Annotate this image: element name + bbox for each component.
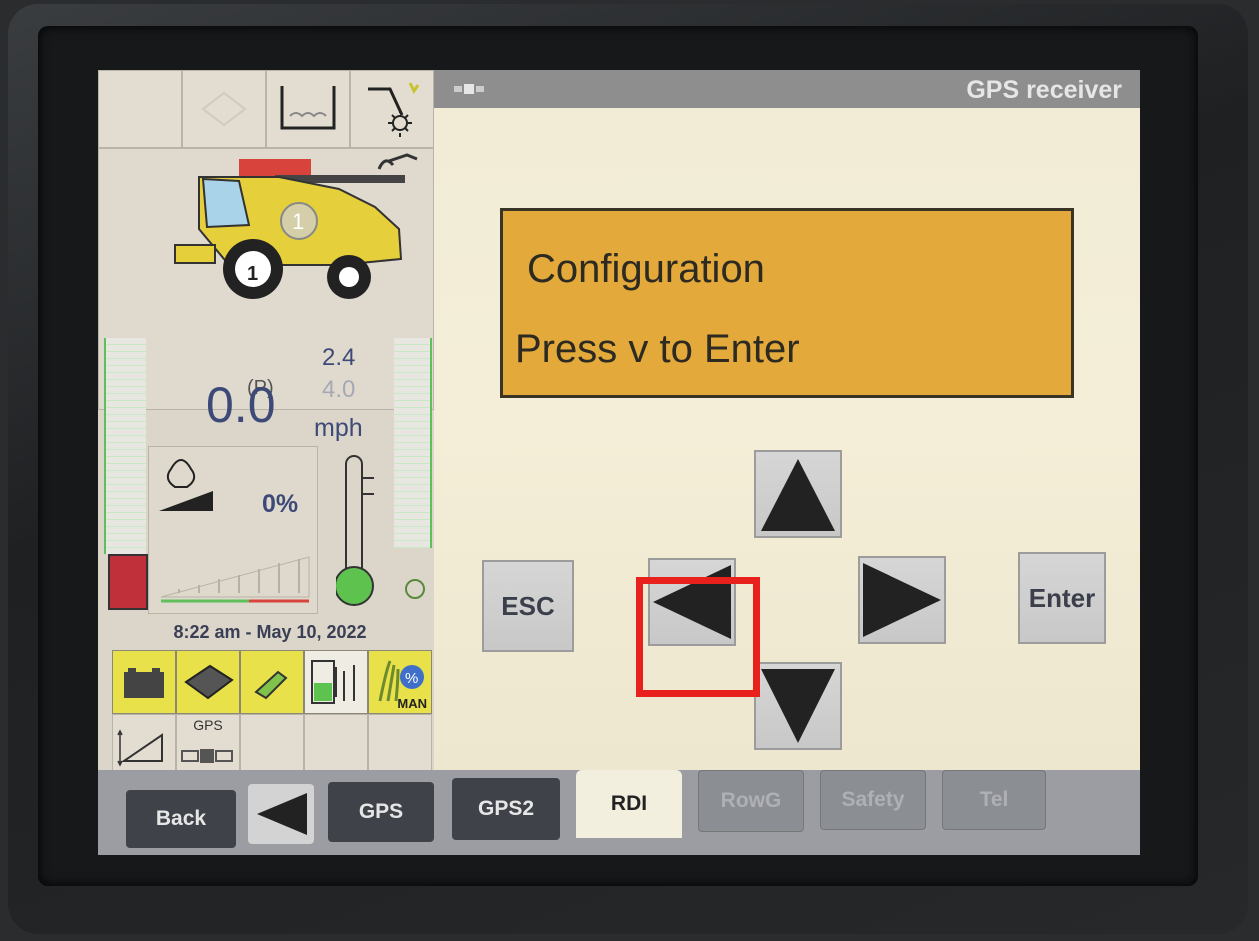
blank-tile [98, 70, 182, 148]
arrow-right-button[interactable] [858, 556, 946, 644]
window-title: GPS receiver [966, 76, 1122, 104]
coolant-temp-icon [334, 454, 386, 619]
tab-tel-label: Tel [979, 788, 1009, 811]
back-label: Back [155, 807, 207, 830]
tab-rdi[interactable]: RDI [576, 770, 682, 838]
speed-setpoint-1: 2.4 [322, 344, 356, 371]
message-line-2: Press v to Enter [515, 327, 800, 371]
title-bar: GPS receiver [434, 70, 1140, 108]
empty-tool-slot-1 [240, 714, 304, 778]
machine-number-badge: 1 [292, 209, 304, 234]
enter-label: Enter [1028, 582, 1096, 613]
arrow-right-icon [863, 563, 941, 637]
speed-unit: mph [314, 414, 363, 442]
ground-speed-value: 0.0 [206, 377, 276, 433]
right-level-bar [394, 338, 432, 548]
engine-load-value: 0% [262, 490, 299, 518]
tab-safety[interactable]: Safety [820, 770, 926, 830]
display-screen: 1 (P) 1 0.0 2.4 4.0 mph 0% 8:22 am - May… [98, 70, 1140, 855]
enter-button[interactable]: Enter [1018, 552, 1106, 644]
gps-mini-label: GPS [193, 717, 223, 733]
left-level-bar [104, 338, 146, 554]
crop-mode-label: MAN [397, 696, 427, 711]
tab-tel[interactable]: Tel [942, 770, 1046, 830]
status-icon-row: % MAN [112, 650, 432, 714]
fuel-pump-icon[interactable] [304, 650, 368, 714]
arrow-up-icon [761, 459, 835, 531]
tab-rowg-label: RowG [720, 789, 782, 812]
left-status-panel: 1 (P) 1 0.0 2.4 4.0 mph 0% 8:22 am - May… [98, 70, 434, 780]
bottom-tab-bar: Back GPS GPS2 RDI RowG Safety Tel [98, 770, 1140, 855]
gps-receiver-panel: GPS receiver Configuration Press v to En… [434, 70, 1140, 770]
tab-rowg[interactable]: RowG [698, 770, 804, 832]
controller-icon[interactable] [176, 650, 240, 714]
message-line-1: Configuration [527, 247, 765, 291]
arrow-up-button[interactable] [754, 450, 842, 538]
satellite-icon [181, 749, 233, 763]
arrow-left-icon [257, 793, 307, 835]
satellite-icon [454, 76, 484, 107]
arrow-down-icon [761, 669, 835, 743]
arrow-down-button[interactable] [754, 662, 842, 750]
tab-gps2-label: GPS2 [477, 797, 535, 820]
tab-gps-label: GPS [358, 800, 404, 823]
top-icon-row [98, 70, 434, 148]
fuel-nozzle-icon[interactable] [240, 650, 304, 714]
machine-wheel-number: 1 [247, 263, 259, 285]
date-time-display: 8:22 am - May 10, 2022 [173, 622, 367, 642]
esc-button[interactable]: ESC [482, 560, 574, 652]
gps-status-tile[interactable]: GPS [176, 714, 240, 778]
esc-label: ESC [501, 590, 555, 621]
crop-percent-icon[interactable]: % MAN [368, 650, 432, 714]
arrow-left-button[interactable] [648, 558, 736, 646]
back-button[interactable]: Back [126, 790, 236, 848]
header-diamond-icon[interactable] [182, 70, 266, 148]
configuration-message-box: Configuration Press v to Enter [500, 208, 1074, 398]
previous-page-button[interactable] [248, 784, 314, 844]
tab-gps[interactable]: GPS [328, 782, 434, 842]
empty-tool-slot-2 [304, 714, 368, 778]
unloading-auger-light-icon[interactable] [350, 70, 434, 148]
def-fluid-icon [398, 574, 432, 604]
speed-setpoint-2: 4.0 [322, 376, 356, 403]
arrow-left-icon [653, 565, 731, 639]
tab-safety-label: Safety [841, 788, 905, 811]
engine-load-tile[interactable] [148, 446, 318, 614]
engine-load-icon [159, 459, 310, 603]
empty-tool-slot-3 [368, 714, 432, 778]
tab-gps2[interactable]: GPS2 [452, 778, 560, 840]
fuel-level-icon [108, 554, 148, 610]
speed-engine-panel: 0.0 2.4 4.0 mph 0% [98, 338, 434, 618]
header-height-icon[interactable] [112, 714, 176, 778]
battery-icon[interactable] [112, 650, 176, 714]
svg-text:%: % [405, 670, 418, 687]
tab-rdi-label: RDI [610, 792, 648, 815]
grain-tank-icon[interactable] [266, 70, 350, 148]
tool-icon-row: GPS [112, 714, 432, 778]
